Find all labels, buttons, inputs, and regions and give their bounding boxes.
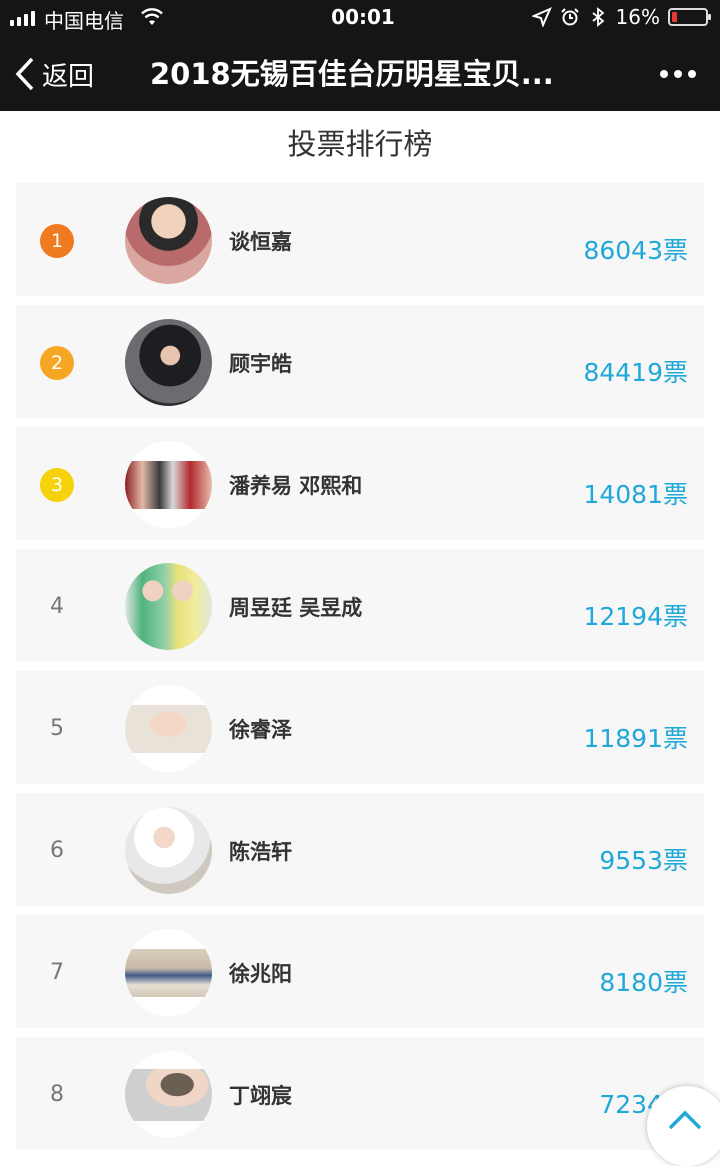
contestant-name: 潘养易 邓熙和 xyxy=(229,474,363,498)
alarm-icon xyxy=(560,8,579,26)
bluetooth-icon xyxy=(591,7,604,27)
vote-count: 12194票 xyxy=(583,602,688,631)
avatar xyxy=(125,563,212,650)
contestant-name: 周昱廷 吴昱成 xyxy=(229,596,363,620)
page-header-title: 2018无锡百佳台历明星宝贝... xyxy=(150,57,554,91)
ranking-row[interactable]: 4 周昱廷 吴昱成 12194票 xyxy=(16,549,704,662)
rank-number: 6 xyxy=(50,838,64,863)
ranking-list: 1 谈恒嘉 86043票 2 顾宇皓 84419票 3 潘养易 邓熙和 1408… xyxy=(16,183,704,1159)
ranking-row[interactable]: 7 徐兆阳 8180票 xyxy=(16,915,704,1028)
rank-number: 7 xyxy=(50,960,64,985)
top-bar: 中国电信 00:01 16% 返回 2018无锡百佳台历明星宝贝... xyxy=(0,0,720,111)
avatar xyxy=(125,1051,212,1138)
vote-count: 86043票 xyxy=(583,236,688,265)
contestant-name: 顾宇皓 xyxy=(229,352,292,376)
rank-number: 8 xyxy=(50,1082,64,1107)
contestant-name: 谈恒嘉 xyxy=(229,230,292,254)
vote-count: 84419票 xyxy=(583,358,688,387)
page-title: 投票排行榜 xyxy=(287,127,433,161)
more-menu-button[interactable] xyxy=(660,70,696,78)
navigation-bar: 返回 2018无锡百佳台历明星宝贝... xyxy=(0,36,720,111)
ranking-row[interactable]: 5 徐睿泽 11891票 xyxy=(16,671,704,784)
avatar xyxy=(125,197,212,284)
contestant-name: 徐睿泽 xyxy=(229,718,292,742)
rank-badge: 3 xyxy=(40,468,74,502)
vote-count: 8180票 xyxy=(599,968,688,997)
avatar xyxy=(125,441,212,528)
more-dots-icon xyxy=(660,70,668,78)
vote-count: 9553票 xyxy=(599,846,688,875)
back-to-top-button[interactable] xyxy=(647,1086,720,1166)
rank-number: 5 xyxy=(50,716,64,741)
rank-number: 4 xyxy=(50,594,64,619)
contestant-name: 徐兆阳 xyxy=(229,962,292,986)
avatar xyxy=(125,319,212,406)
rank-badge: 2 xyxy=(40,346,74,380)
back-label: 返回 xyxy=(42,61,95,92)
vote-count: 11891票 xyxy=(583,724,688,753)
status-bar: 中国电信 00:01 16% xyxy=(0,0,720,36)
avatar xyxy=(125,929,212,1016)
vote-count: 14081票 xyxy=(583,480,688,509)
avatar xyxy=(125,807,212,894)
battery-level xyxy=(672,12,677,22)
contestant-name: 陈浩轩 xyxy=(229,840,292,864)
ranking-row[interactable]: 8 丁翊宸 7234票 xyxy=(16,1037,704,1150)
chevron-left-icon xyxy=(15,57,34,91)
ranking-row[interactable]: 3 潘养易 邓熙和 14081票 xyxy=(16,427,704,540)
battery-percent: 16% xyxy=(615,5,660,29)
contestant-name: 丁翊宸 xyxy=(229,1084,292,1108)
rank-badge: 1 xyxy=(40,224,74,258)
back-button[interactable]: 返回 xyxy=(14,54,94,94)
ranking-row[interactable]: 2 顾宇皓 84419票 xyxy=(16,305,704,418)
ranking-row[interactable]: 1 谈恒嘉 86043票 xyxy=(16,183,704,296)
ranking-row[interactable]: 6 陈浩轩 9553票 xyxy=(16,793,704,906)
chevron-up-icon xyxy=(668,1110,702,1130)
location-icon xyxy=(531,7,552,27)
avatar xyxy=(125,685,212,772)
battery-icon xyxy=(668,8,711,26)
